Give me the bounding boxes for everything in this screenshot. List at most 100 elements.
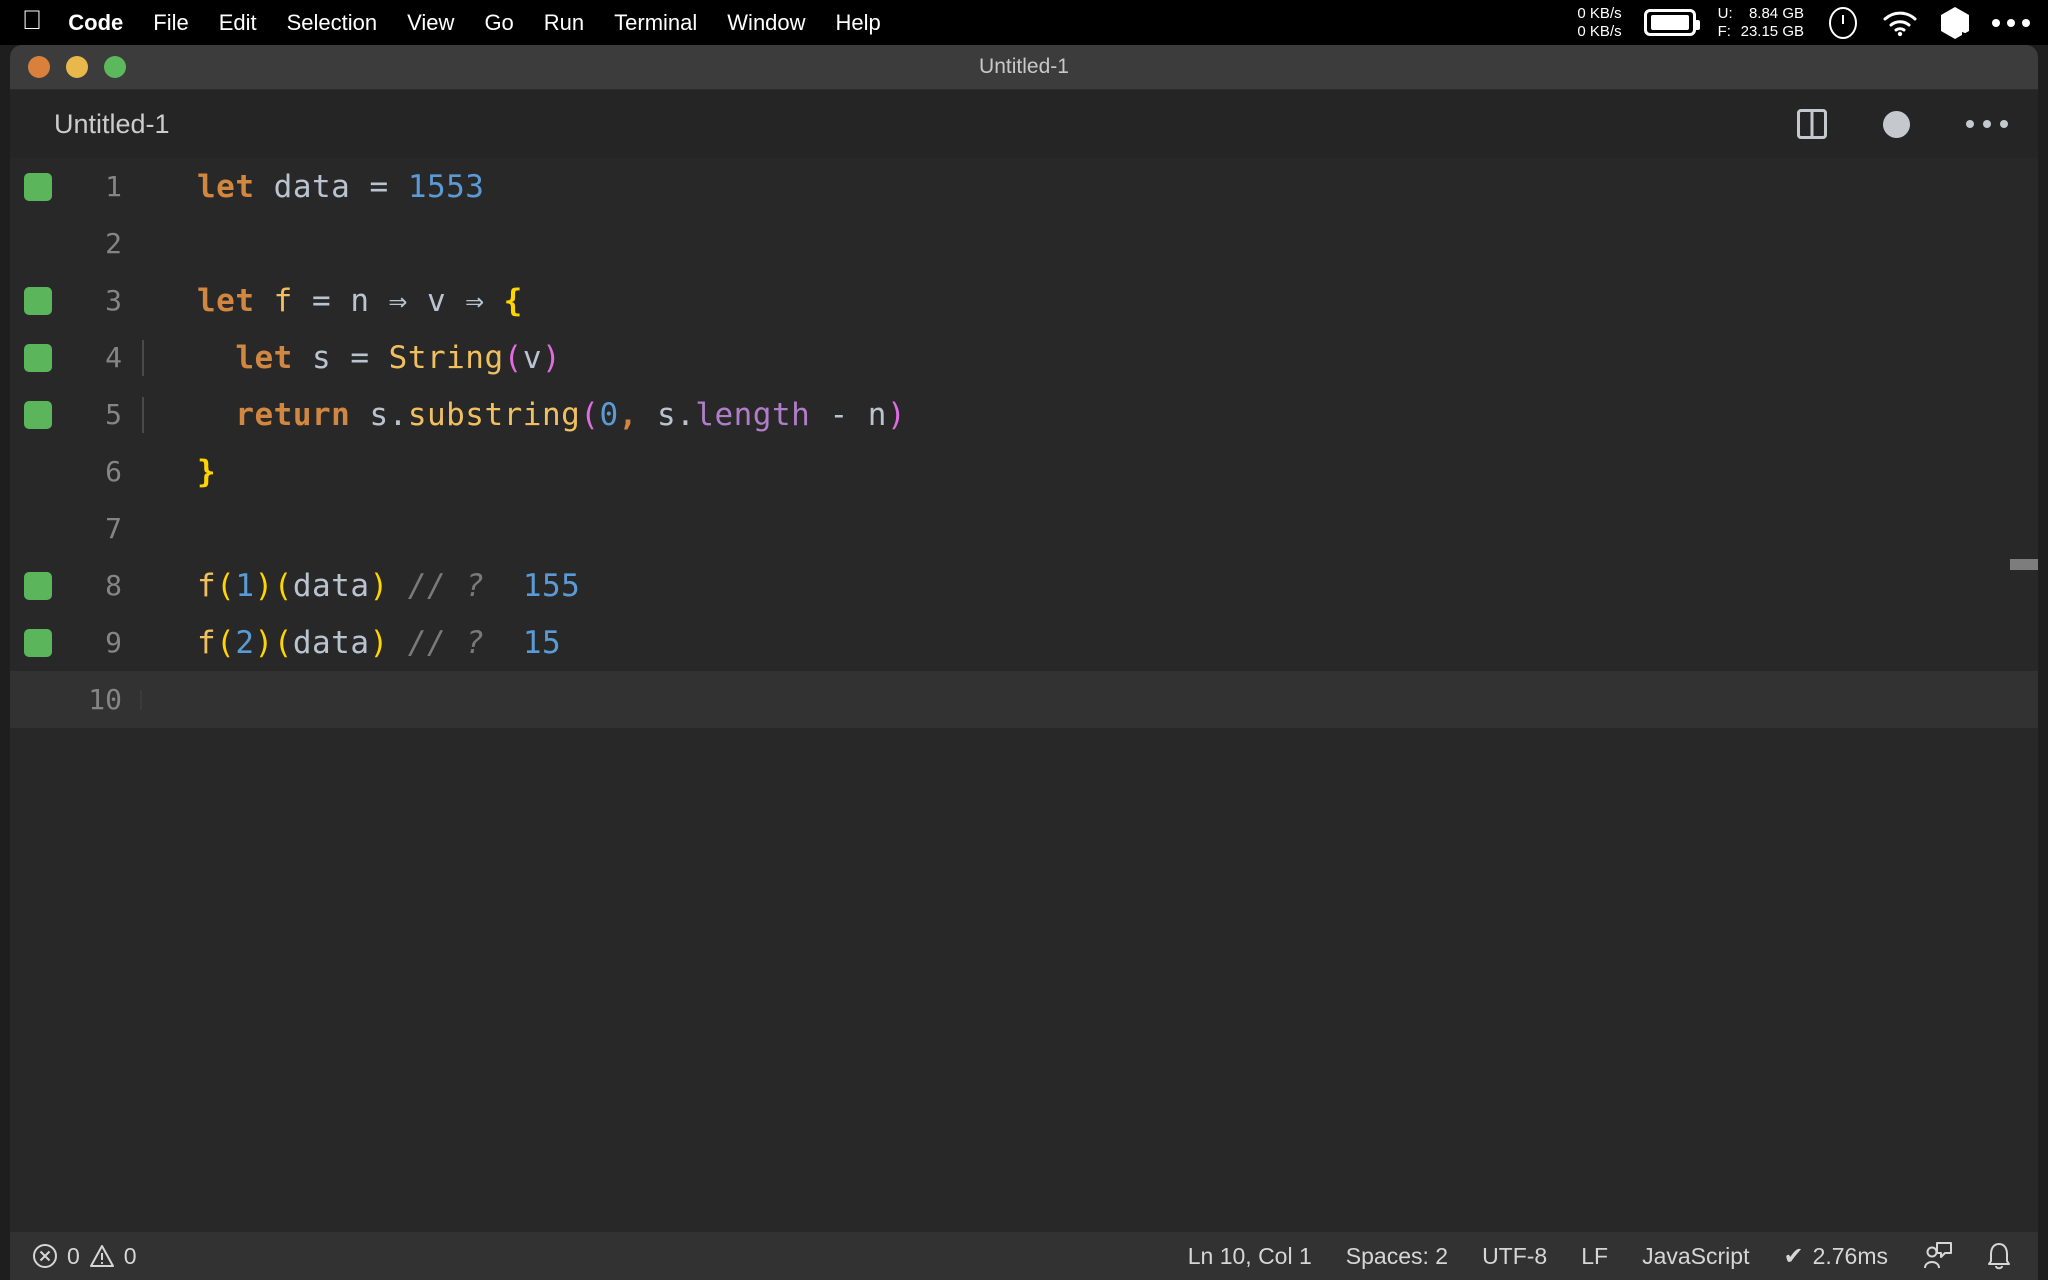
execution-marker-icon[interactable] (24, 401, 52, 429)
line-number: 3 (65, 284, 140, 317)
window-minimize-button[interactable] (66, 56, 88, 78)
status-cursor-position[interactable]: Ln 10, Col 1 (1188, 1243, 1312, 1270)
token-number: 1 (235, 568, 254, 604)
execution-marker-icon[interactable] (24, 572, 52, 600)
clock-icon[interactable] (1826, 6, 1860, 40)
code-line-active[interactable]: 10 (10, 671, 2038, 728)
shield-icon[interactable] (1940, 6, 1970, 40)
dot-1 (1966, 120, 1974, 128)
menu-item-go[interactable]: Go (484, 10, 513, 36)
code-line[interactable]: 5 return s.substring(0, s.length - n) (10, 386, 2038, 443)
window-maximize-button[interactable] (104, 56, 126, 78)
unsaved-changes-dot-icon[interactable] (1883, 111, 1910, 138)
token-comment: // ? (389, 568, 485, 604)
code-line[interactable]: 2 (10, 215, 2038, 272)
menu-item-edit[interactable]: Edit (219, 10, 257, 36)
glyph-margin[interactable] (10, 572, 65, 600)
network-upload-speed: 0 KB/s (1577, 5, 1621, 23)
token-paren: ( (216, 625, 235, 661)
menu-item-selection[interactable]: Selection (287, 10, 378, 36)
indent-guide (142, 397, 144, 433)
code-content[interactable]: let f = n ⇒ v ⇒ { (140, 283, 2038, 319)
bell-icon[interactable] (1986, 1241, 2012, 1271)
more-actions-icon[interactable] (1966, 120, 2008, 128)
line-number: 9 (65, 626, 140, 659)
code-line[interactable]: 8 f(1)(data) // ? 155 (10, 557, 2038, 614)
token-keyword: let (197, 283, 255, 319)
token-function-name: f (255, 283, 313, 319)
token-number: 1553 (408, 169, 485, 205)
editor-overview-ruler[interactable] (2010, 158, 2038, 1232)
token-method: substring (408, 397, 580, 433)
split-editor-icon[interactable] (1797, 109, 1827, 139)
menu-item-window[interactable]: Window (727, 10, 805, 36)
token-function-call: f (197, 568, 216, 604)
code-content[interactable]: f(2)(data) // ? 15 (140, 625, 2038, 661)
token-paren: ( (216, 568, 235, 604)
token-keyword: let (197, 169, 255, 205)
network-speed-indicator[interactable]: 0 KB/s 0 KB/s (1577, 5, 1621, 40)
macos-menubar:  Code File Edit Selection View Go Run T… (0, 0, 2048, 45)
glyph-margin[interactable] (10, 401, 65, 429)
token-paren: ) (370, 568, 389, 604)
menu-item-terminal[interactable]: Terminal (614, 10, 697, 36)
window-traffic-lights (10, 56, 126, 78)
error-circle-icon (32, 1243, 58, 1269)
status-eol[interactable]: LF (1581, 1243, 1608, 1270)
code-content[interactable]: } (140, 454, 2038, 490)
menu-item-help[interactable]: Help (836, 10, 881, 36)
code-line[interactable]: 3 let f = n ⇒ v ⇒ { (10, 272, 2038, 329)
person-feedback-icon[interactable] (1922, 1241, 1952, 1271)
glyph-margin[interactable] (10, 629, 65, 657)
dot-3 (2000, 120, 2008, 128)
code-editor[interactable]: 1 let data = 1553 2 3 let f = n ⇒ v ⇒ { … (10, 158, 2038, 1232)
menu-item-code[interactable]: Code (68, 10, 123, 36)
token-paren: ) (887, 397, 906, 433)
glyph-margin[interactable] (10, 344, 65, 372)
glyph-margin[interactable] (10, 287, 65, 315)
problems-indicator[interactable]: 0 0 (32, 1243, 137, 1270)
apple-logo-icon[interactable]:  (22, 7, 42, 34)
window-titlebar: Untitled-1 (10, 45, 2038, 90)
code-line[interactable]: 9 f(2)(data) // ? 15 (10, 614, 2038, 671)
status-bar-right: Ln 10, Col 1 Spaces: 2 UTF-8 LF JavaScri… (1188, 1241, 2012, 1271)
token-operator: = (312, 283, 350, 319)
token-paren: ) (542, 340, 561, 376)
status-run-time[interactable]: ✔ 2.76ms (1783, 1242, 1888, 1271)
execution-marker-icon[interactable] (24, 344, 52, 372)
token-comma: , (619, 397, 657, 433)
code-content[interactable]: return s.substring(0, s.length - n) (140, 397, 2038, 433)
status-indentation[interactable]: Spaces: 2 (1346, 1243, 1448, 1270)
code-content[interactable]: f(1)(data) // ? 155 (140, 568, 2038, 604)
menu-item-file[interactable]: File (153, 10, 188, 36)
wifi-icon[interactable] (1882, 9, 1918, 37)
menu-item-view[interactable]: View (407, 10, 454, 36)
code-content[interactable]: let s = String(v) (140, 340, 2038, 376)
control-center-ellipsis-icon[interactable] (1992, 19, 2030, 27)
status-bar-left: 0 0 (32, 1243, 137, 1270)
line-number: 2 (65, 227, 140, 260)
glyph-margin[interactable] (10, 173, 65, 201)
status-language-mode[interactable]: JavaScript (1642, 1243, 1749, 1270)
line-number: 6 (65, 455, 140, 488)
code-line[interactable]: 1 let data = 1553 (10, 158, 2038, 215)
window-close-button[interactable] (28, 56, 50, 78)
editor-tab-untitled-1[interactable]: Untitled-1 (54, 109, 170, 140)
menu-item-run[interactable]: Run (544, 10, 584, 36)
execution-marker-icon[interactable] (24, 287, 52, 315)
indent-guide (142, 340, 144, 376)
code-line[interactable]: 4 let s = String(v) (10, 329, 2038, 386)
execution-marker-icon[interactable] (24, 173, 52, 201)
battery-icon[interactable] (1644, 9, 1696, 36)
token-paren: ) (370, 625, 389, 661)
run-duration: 2.76ms (1813, 1243, 1888, 1270)
status-encoding[interactable]: UTF-8 (1482, 1243, 1547, 1270)
token-property: length (695, 397, 810, 433)
execution-marker-icon[interactable] (24, 629, 52, 657)
code-line[interactable]: 7 (10, 500, 2038, 557)
memory-indicator[interactable]: U: F: 8.84 GB 23.15 GB (1718, 5, 1804, 40)
code-content[interactable]: let data = 1553 (140, 169, 2038, 205)
token-argument: data (293, 568, 370, 604)
code-line[interactable]: 6 } (10, 443, 2038, 500)
scrollbar-thumb[interactable] (2010, 559, 2038, 570)
